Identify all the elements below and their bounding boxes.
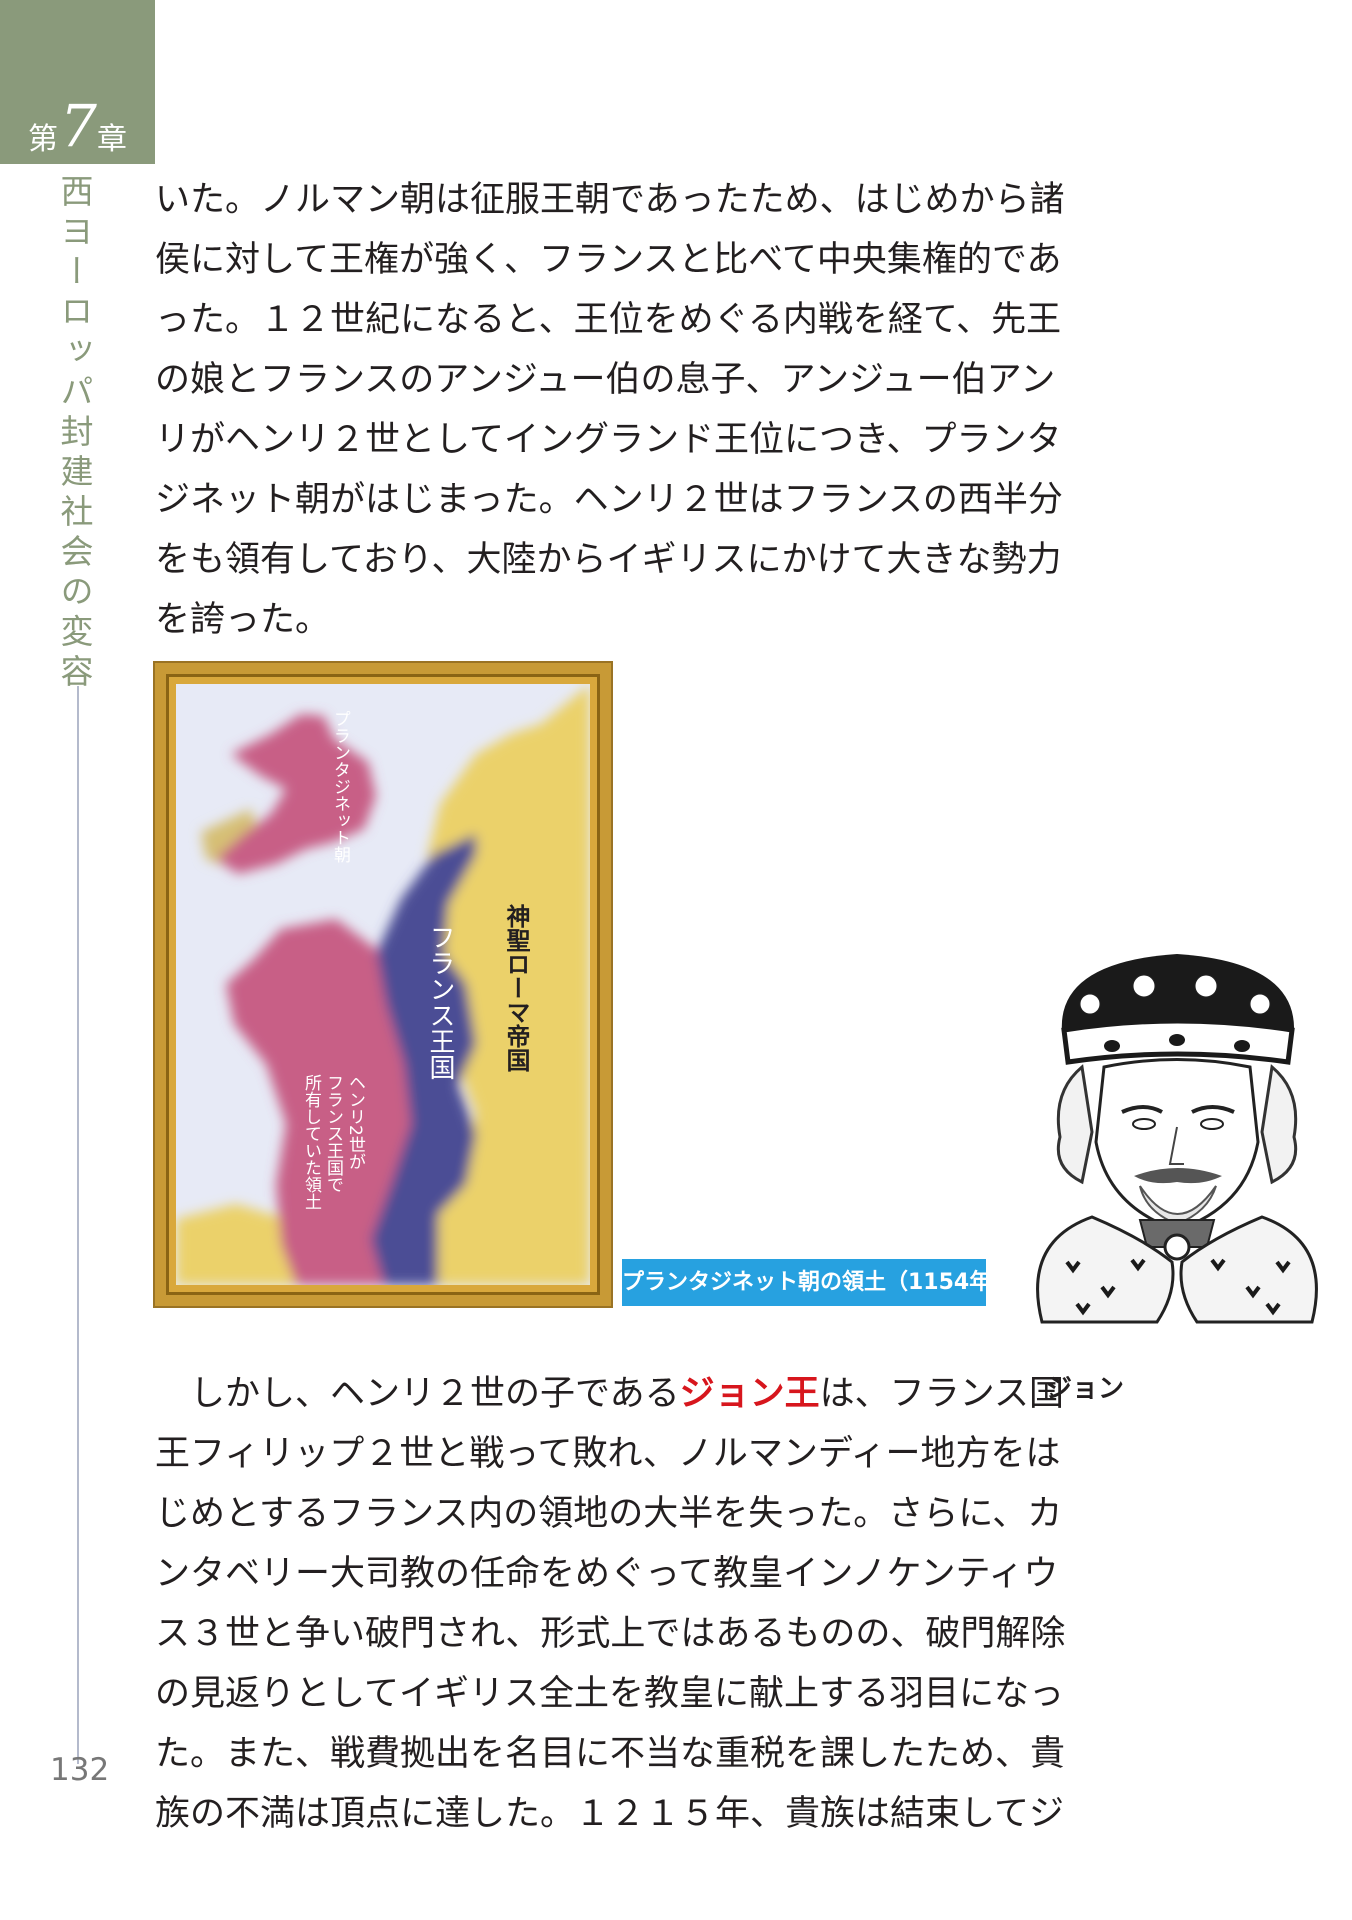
- label-henry-territory: ヘンリ2世が フランス王国で 所有していた領土: [300, 1074, 366, 1210]
- text-line: いた。ノルマン朝は征服王朝であったため、はじめから諸: [155, 180, 1065, 220]
- text-line: 侯に対して王権が強く、フランスと比べて中央集権的であ: [155, 240, 1062, 280]
- text-line: 族の不満は頂点に達した。１２１５年、貴族は結束してジ: [155, 1794, 1064, 1834]
- text-line: ジネット朝がはじまった。ヘンリ２世はフランスの西半分: [155, 480, 1063, 520]
- map-caption: プランタジネット朝の領土（1154年）: [622, 1259, 1013, 1306]
- highlighted-name: ジョン王: [679, 1374, 820, 1414]
- text-line: ス３世と争い破門され、形式上ではあるものの、破門解除: [155, 1614, 1066, 1654]
- chapter-tab: 第 7 章: [0, 0, 155, 164]
- label-plantagenet: プランタジネット朝: [330, 710, 350, 863]
- running-chapter-title: 西ヨーロッパ封建社会の変容: [55, 174, 94, 694]
- chapter-suffix: 章: [97, 122, 127, 157]
- page-number: 132: [50, 1752, 110, 1788]
- text-segment: しかし、ヘンリ２世の子である: [155, 1374, 680, 1414]
- label-henry-line-2: フランス王国で: [323, 1074, 343, 1193]
- king-john-illustration: [1036, 954, 1318, 1324]
- map-frame: プランタジネット朝 ヘンリ2世が フランス王国で 所有していた領土 フランス王国…: [155, 663, 611, 1306]
- text-line: リがヘンリ２世としてイングランド王位につき、プランタ: [155, 420, 1062, 460]
- text-line: た。また、戦費拠出を名目に不当な重税を課したため、貴: [155, 1734, 1066, 1774]
- text-segment: は、フランス国: [819, 1374, 1064, 1414]
- text-line: しかし、ヘンリ２世の子であるジョン王は、フランス国: [155, 1364, 1064, 1424]
- label-henry-line-1: ヘンリ2世が: [345, 1074, 365, 1170]
- text-line: 王フィリップ２世と戦って敗れ、ノルマンディー地方をは: [155, 1434, 1061, 1474]
- text-line: じめとするフランス内の領地の大半を失った。さらに、カ: [155, 1494, 1063, 1534]
- text-line: った。１２世紀になると、王位をめぐる内戦を経て、先王: [155, 300, 1062, 340]
- label-henry-line-3: 所有していた領土: [301, 1074, 321, 1210]
- side-divider: [77, 686, 79, 1764]
- text-line: ンタベリー大司教の任命をめぐって教皇インノケンティウ: [155, 1554, 1059, 1594]
- chapter-number: 7: [60, 92, 97, 160]
- historical-map: プランタジネット朝 ヘンリ2世が フランス王国で 所有していた領土 フランス王国…: [176, 684, 590, 1285]
- label-france: フランス王国: [425, 924, 455, 1080]
- label-holy-roman-empire: 神聖ローマ帝国: [502, 904, 530, 1072]
- portrait-john: [1022, 942, 1332, 1330]
- text-line: を誇った。: [155, 600, 331, 640]
- text-line: の見返りとしてイギリス全土を教皇に献上する羽目になっ: [155, 1674, 1064, 1714]
- paragraph-1: いた。ノルマン朝は征服王朝であったため、はじめから諸 侯に対して王権が強く、フラ…: [155, 170, 1065, 650]
- chapter-prefix: 第: [28, 122, 58, 157]
- paragraph-2: しかし、ヘンリ２世の子であるジョン王は、フランス国 王フィリップ２世と戦って敗れ…: [155, 1364, 1066, 1844]
- text-line: をも領有しており、大陸からイギリスにかけて大きな勢力: [155, 540, 1062, 580]
- text-line: の娘とフランスのアンジュー伯の息子、アンジュー伯アン: [155, 360, 1056, 400]
